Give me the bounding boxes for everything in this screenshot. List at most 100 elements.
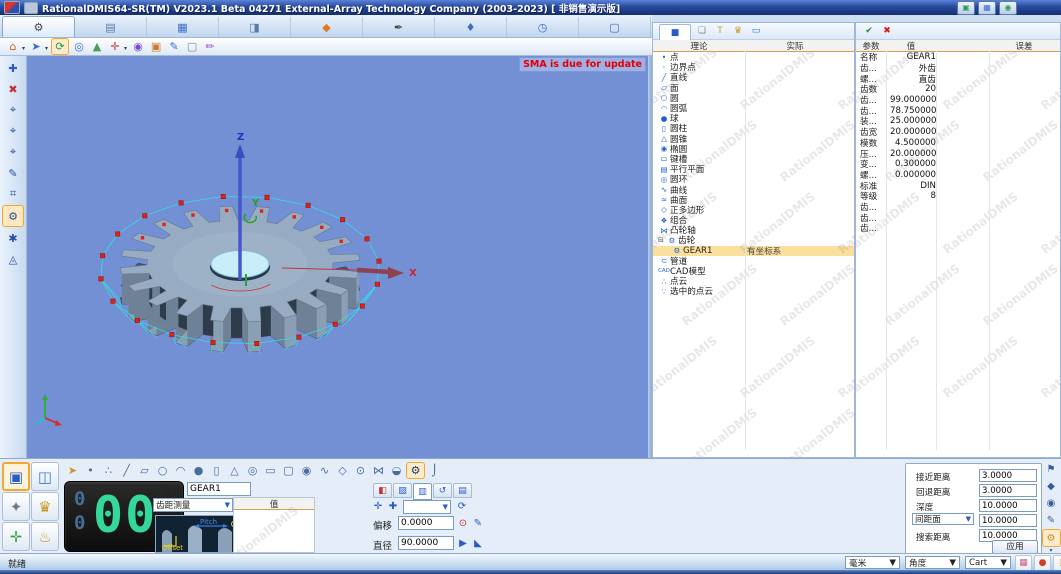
tab-colors[interactable]: ◆: [291, 17, 363, 37]
probe-point-icon[interactable]: ⌖: [3, 100, 23, 120]
clearance-distance-input[interactable]: [979, 514, 1037, 527]
user-session-icon[interactable]: ◉: [999, 1, 1017, 15]
rotate-tab-icon[interactable]: ↺: [433, 483, 452, 498]
tab-document[interactable]: ▤: [75, 17, 147, 37]
tab-grid[interactable]: ▦: [147, 17, 219, 37]
image-icon[interactable]: ▣: [148, 39, 164, 54]
probe-disable-icon[interactable]: ✖: [3, 79, 23, 99]
layout-panels-icon[interactable]: ▦: [978, 1, 996, 15]
close-panel-icon[interactable]: ✖: [880, 25, 894, 38]
probe-select[interactable]: ▼: [403, 500, 451, 514]
calibration-button[interactable]: ♨: [31, 522, 59, 551]
tab-clock[interactable]: ◷: [507, 17, 579, 37]
tree-item-line[interactable]: ╱直线: [653, 72, 854, 82]
solid-view-icon[interactable]: ❏: [695, 25, 709, 38]
remote-desktop-icon[interactable]: ▣: [957, 1, 975, 15]
points-icon[interactable]: ∴: [100, 463, 117, 478]
delete-icon[interactable]: ▢: [184, 39, 200, 54]
probe-head-icon[interactable]: ◆: [1043, 478, 1060, 494]
graph-tab-icon[interactable]: ▨: [393, 483, 412, 498]
offset-input[interactable]: [398, 516, 454, 530]
measure-mode-select[interactable]: 齿距测量▼: [153, 498, 233, 512]
arc-icon[interactable]: ◠: [172, 463, 189, 478]
chevron-down-icon[interactable]: ▾: [124, 45, 127, 52]
sphere-icon[interactable]: ●: [190, 463, 207, 478]
diameter-input[interactable]: [398, 536, 454, 550]
theory-column-header[interactable]: 理论: [653, 40, 745, 51]
feature-name-input[interactable]: [187, 482, 251, 496]
circle-icon[interactable]: ○: [154, 463, 171, 478]
eye-icon[interactable]: ◉: [130, 39, 146, 54]
cone-icon[interactable]: △: [226, 463, 243, 478]
tree-item-arc[interactable]: ◠圆弧: [653, 103, 854, 113]
axes-icon[interactable]: ✛: [107, 39, 123, 54]
tab-display[interactable]: ▢: [579, 17, 651, 37]
crown-icon[interactable]: ♛: [731, 25, 745, 38]
clearance-plane-select[interactable]: 间距面▼: [912, 513, 974, 525]
curve-icon[interactable]: ∿: [316, 463, 333, 478]
approach-distance-input[interactable]: [979, 469, 1037, 482]
gear-icon[interactable]: ⚙: [406, 462, 425, 479]
cylinder-icon[interactable]: ▯: [208, 463, 225, 478]
point-icon[interactable]: •: [82, 463, 99, 478]
polygon-icon[interactable]: ◇: [334, 463, 351, 478]
retract-distance-input[interactable]: [979, 484, 1037, 497]
collapse-icon[interactable]: ⊟: [658, 236, 666, 244]
home-icon[interactable]: ⌂: [5, 39, 21, 54]
search-icon[interactable]: ◉: [1043, 495, 1060, 511]
rotate-view-icon[interactable]: ⟳: [51, 38, 69, 55]
probe-mode-button[interactable]: ✦: [2, 492, 30, 521]
tab-ink[interactable]: ✒: [363, 17, 435, 37]
annotate-icon[interactable]: ✎: [166, 39, 182, 54]
select-shape-icon[interactable]: ➤: [64, 463, 81, 478]
iso-view-icon[interactable]: ▲: [89, 39, 105, 54]
probe-surface-icon[interactable]: ⌖: [3, 142, 23, 162]
tab-measure[interactable]: ⚙: [2, 16, 75, 37]
direction-icon[interactable]: ▶: [456, 537, 470, 550]
monitor-icon[interactable]: ▭: [749, 25, 763, 38]
combine-icon[interactable]: ⊙: [352, 463, 369, 478]
tree-item-selected-point-cloud[interactable]: ∵选中的点云: [653, 286, 854, 296]
apply-button[interactable]: 应用: [992, 540, 1038, 554]
tab-save[interactable]: ◨: [219, 17, 291, 37]
round-slot-icon[interactable]: ▢: [280, 463, 297, 478]
probe-tip-icon[interactable]: ✚: [386, 500, 400, 513]
camshaft-icon[interactable]: ⋈: [370, 463, 387, 478]
viewport-3d[interactable]: ZXY SMA is due for update: [27, 56, 648, 458]
zoom-window-icon[interactable]: ◎: [71, 39, 87, 54]
pipe-icon[interactable]: ⌡: [426, 463, 443, 478]
touch-point-icon[interactable]: ⊙: [456, 517, 470, 530]
settings-gear-icon[interactable]: ⚙: [1042, 529, 1061, 547]
text-view-icon[interactable]: T: [713, 25, 727, 38]
list-tab-icon[interactable]: ▤: [453, 483, 472, 498]
units-select[interactable]: 毫米▼: [845, 556, 900, 569]
tree-item-plane[interactable]: ▱面: [653, 83, 854, 93]
tab-shield[interactable]: ♦: [435, 17, 507, 37]
vector-flip-icon[interactable]: ◣: [471, 537, 485, 550]
tag-status-icon[interactable]: ▯: [1053, 555, 1061, 571]
line-icon[interactable]: ╱: [118, 463, 135, 478]
features-tab-icon[interactable]: ■: [659, 24, 691, 40]
angle-select[interactable]: 角度▼: [905, 556, 960, 569]
actual-column-header[interactable]: 实际: [745, 40, 845, 51]
hand-probe-icon[interactable]: ✎: [1043, 512, 1060, 528]
torus-icon[interactable]: ◉: [298, 463, 315, 478]
ellipse-icon[interactable]: ◎: [244, 463, 261, 478]
probe-touch-icon[interactable]: ◬: [3, 249, 23, 269]
cam-icon[interactable]: ◒: [388, 463, 405, 478]
coordinate-select[interactable]: Cart▼: [965, 556, 1011, 569]
tool-crib-button[interactable]: ♛: [31, 492, 59, 521]
axes-setup-button[interactable]: ✛: [2, 522, 30, 551]
select-cursor-icon[interactable]: ➤: [28, 39, 44, 54]
machine-mode-button[interactable]: ▣: [2, 462, 30, 491]
probe-scan-icon[interactable]: ⚙: [2, 205, 24, 227]
refresh-icon[interactable]: ⟳: [455, 500, 469, 513]
edit-vector-icon[interactable]: ✎: [471, 517, 485, 530]
probe-grid-icon[interactable]: ⌗: [3, 184, 23, 204]
paint-icon[interactable]: ✏: [202, 39, 218, 54]
confirm-check-icon[interactable]: ✔: [862, 25, 876, 38]
caliper-mode-button[interactable]: ◫: [31, 462, 59, 491]
plane-icon[interactable]: ▱: [136, 463, 153, 478]
pin-icon[interactable]: ✚: [3, 58, 23, 78]
probe-edge-icon[interactable]: ✎: [3, 163, 23, 183]
